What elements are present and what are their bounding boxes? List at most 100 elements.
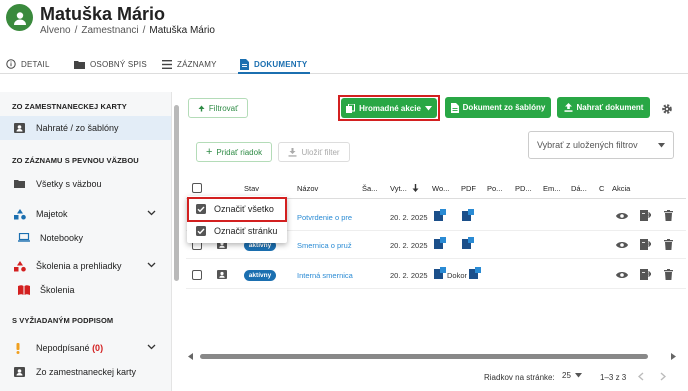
pdf-file-icon[interactable]	[462, 237, 474, 249]
tab-detail[interactable]: DETAIL	[6, 54, 50, 74]
breadcrumb: Alveno / Zamestnanci / Matuška Mário	[40, 25, 215, 36]
breadcrumb-separator: /	[74, 25, 78, 36]
column-header[interactable]: Stav	[244, 184, 259, 193]
saved-filters-select[interactable]: Vybrať z uložených filtrov	[528, 131, 674, 159]
chevron-down-icon[interactable]	[147, 342, 156, 351]
active-tab-indicator	[238, 72, 310, 74]
column-header[interactable]: Dá...	[571, 184, 587, 193]
folder-icon	[14, 180, 25, 188]
breadcrumb-item-alveno[interactable]: Alveno	[40, 25, 71, 36]
chevron-left-icon[interactable]	[638, 372, 644, 381]
avatar	[6, 4, 33, 31]
breadcrumb-separator: /	[142, 25, 146, 36]
scroll-left-icon[interactable]	[188, 353, 194, 360]
scroll-right-icon[interactable]	[670, 353, 676, 360]
sidebar-item-vsetky-s-vazbou[interactable]: Všetky s väzbou	[0, 172, 171, 196]
column-header[interactable]: Po...	[487, 184, 502, 193]
breadcrumb-item-zamestnanci[interactable]: Zamestnanci	[81, 25, 138, 36]
document-name-link[interactable]: Smernica o pruž	[297, 241, 357, 250]
created-date: 20. 2. 2025	[390, 271, 428, 280]
table-horizontal-scrollbar[interactable]	[200, 354, 648, 359]
column-header[interactable]: C	[599, 184, 604, 193]
template-document-label: Dokument zo šablóny	[462, 103, 546, 112]
column-header[interactable]: Ša...	[362, 184, 377, 193]
copy-icon	[346, 103, 356, 113]
tab-detail-label: DETAIL	[21, 59, 50, 69]
save-filter-button[interactable]: Uložiť filter	[278, 142, 350, 162]
bulk-actions-button[interactable]: Hromadné akcie	[341, 98, 437, 118]
pdf-status-text: Dokon	[447, 271, 467, 280]
list-icon	[162, 59, 172, 69]
sidebar-item-label: Školenia	[40, 285, 75, 295]
open-document-icon[interactable]	[640, 210, 651, 221]
shapes-icon	[14, 261, 26, 272]
column-header[interactable]: Em...	[543, 184, 561, 193]
sidebar-item-nepodpisane[interactable]: Nepodpísané (0)	[0, 336, 171, 360]
tab-osobny-spis-label: OSOBNÝ SPIS	[90, 59, 147, 69]
open-document-icon[interactable]	[640, 269, 651, 280]
select-all-checkbox[interactable]	[192, 183, 202, 193]
trash-icon[interactable]	[664, 269, 673, 280]
row-checkbox[interactable]	[192, 270, 202, 280]
tab-osobny-spis[interactable]: OSOBNÝ SPIS	[74, 54, 147, 74]
eye-icon[interactable]	[616, 271, 628, 279]
caret-down-icon	[424, 105, 432, 110]
plus-icon: +	[205, 146, 213, 158]
arrow-down-icon[interactable]	[412, 184, 419, 192]
tab-zaznamy[interactable]: ZÁZNAMY	[162, 54, 217, 74]
created-date: 20. 2. 2025	[390, 213, 428, 222]
sidebar-section-title: S VYŽIADANÝM PODPISOM	[12, 316, 114, 325]
sidebar-item-majetok[interactable]: Majetok	[0, 202, 171, 226]
filter-button[interactable]: Filtrovať	[188, 98, 248, 118]
sidebar-item-skolenia-a-prehliadky[interactable]: Školenia a prehliadky	[0, 254, 171, 278]
column-header[interactable]: PD...	[515, 184, 532, 193]
breadcrumb-item-current: Matuška Mário	[149, 25, 215, 36]
column-header[interactable]: Vyt...	[390, 184, 407, 193]
eye-icon[interactable]	[616, 212, 628, 220]
tab-zaznamy-label: ZÁZNAMY	[177, 59, 217, 69]
pdf-file-icon[interactable]	[462, 209, 474, 221]
table-row[interactable]: aktívny Interná smernica 20. 2. 2025 Dok…	[186, 261, 686, 289]
created-date: 20. 2. 2025	[390, 241, 428, 250]
trash-icon[interactable]	[664, 239, 673, 250]
column-header: Akcia	[612, 184, 631, 193]
word-file-icon[interactable]	[434, 237, 446, 249]
trash-icon[interactable]	[664, 210, 673, 221]
sidebar-item-label: Všetky s väzbou	[36, 179, 102, 189]
sidebar-item-nahrate[interactable]: Nahraté / zo šablóny	[0, 116, 171, 140]
book-icon	[18, 285, 30, 295]
upload-document-label: Nahrať dokument	[576, 103, 644, 112]
open-document-icon[interactable]	[640, 239, 651, 250]
upload-document-button[interactable]: Nahrať dokument	[557, 97, 650, 118]
eye-icon[interactable]	[616, 241, 628, 249]
caret-down-icon	[658, 143, 665, 148]
word-file-icon[interactable]	[434, 267, 446, 279]
sidebar-item-skolenia[interactable]: Školenia	[0, 278, 171, 302]
menu-item-select-page[interactable]: Označiť stránku	[187, 220, 287, 242]
document-name-link[interactable]: Potvrdenie o pre	[297, 213, 357, 222]
document-name-link[interactable]: Interná smernica	[297, 271, 357, 280]
chevron-down-icon[interactable]	[147, 208, 156, 217]
caret-down-icon	[574, 373, 582, 378]
rows-per-page-label: Riadkov na stránke:	[484, 373, 555, 382]
sidebar-item-zo-zamestnaneckej-karty[interactable]: Zo zamestnaneckej karty	[0, 360, 171, 384]
settings-gear-icon[interactable]	[661, 102, 673, 120]
menu-item-label: Označiť stránku	[214, 226, 278, 236]
rows-per-page-value: 25	[562, 371, 571, 380]
template-document-button[interactable]: Dokument zo šablóny	[445, 97, 551, 118]
tab-bar: DETAIL OSOBNÝ SPIS ZÁZNAMY DOKUMENTY	[0, 50, 688, 74]
chevron-down-icon[interactable]	[147, 260, 156, 269]
sidebar-scrollbar[interactable]	[174, 105, 179, 281]
sidebar-item-notebooky[interactable]: Notebooky	[0, 226, 171, 250]
column-header[interactable]: Wo...	[432, 184, 449, 193]
pdf-file-icon[interactable]	[469, 267, 481, 279]
tab-dokumenty[interactable]: DOKUMENTY	[240, 54, 307, 74]
rows-per-page-select[interactable]: 25	[562, 371, 582, 380]
column-header[interactable]: PDF	[461, 184, 476, 193]
word-file-icon[interactable]	[434, 209, 446, 221]
status-badge: aktívny	[244, 270, 276, 281]
saved-filters-placeholder: Vybrať z uložených filtrov	[537, 140, 638, 150]
column-header[interactable]: Názov	[297, 184, 318, 193]
add-row-button[interactable]: + Pridať riadok	[196, 142, 272, 162]
chevron-right-icon[interactable]	[660, 372, 666, 381]
